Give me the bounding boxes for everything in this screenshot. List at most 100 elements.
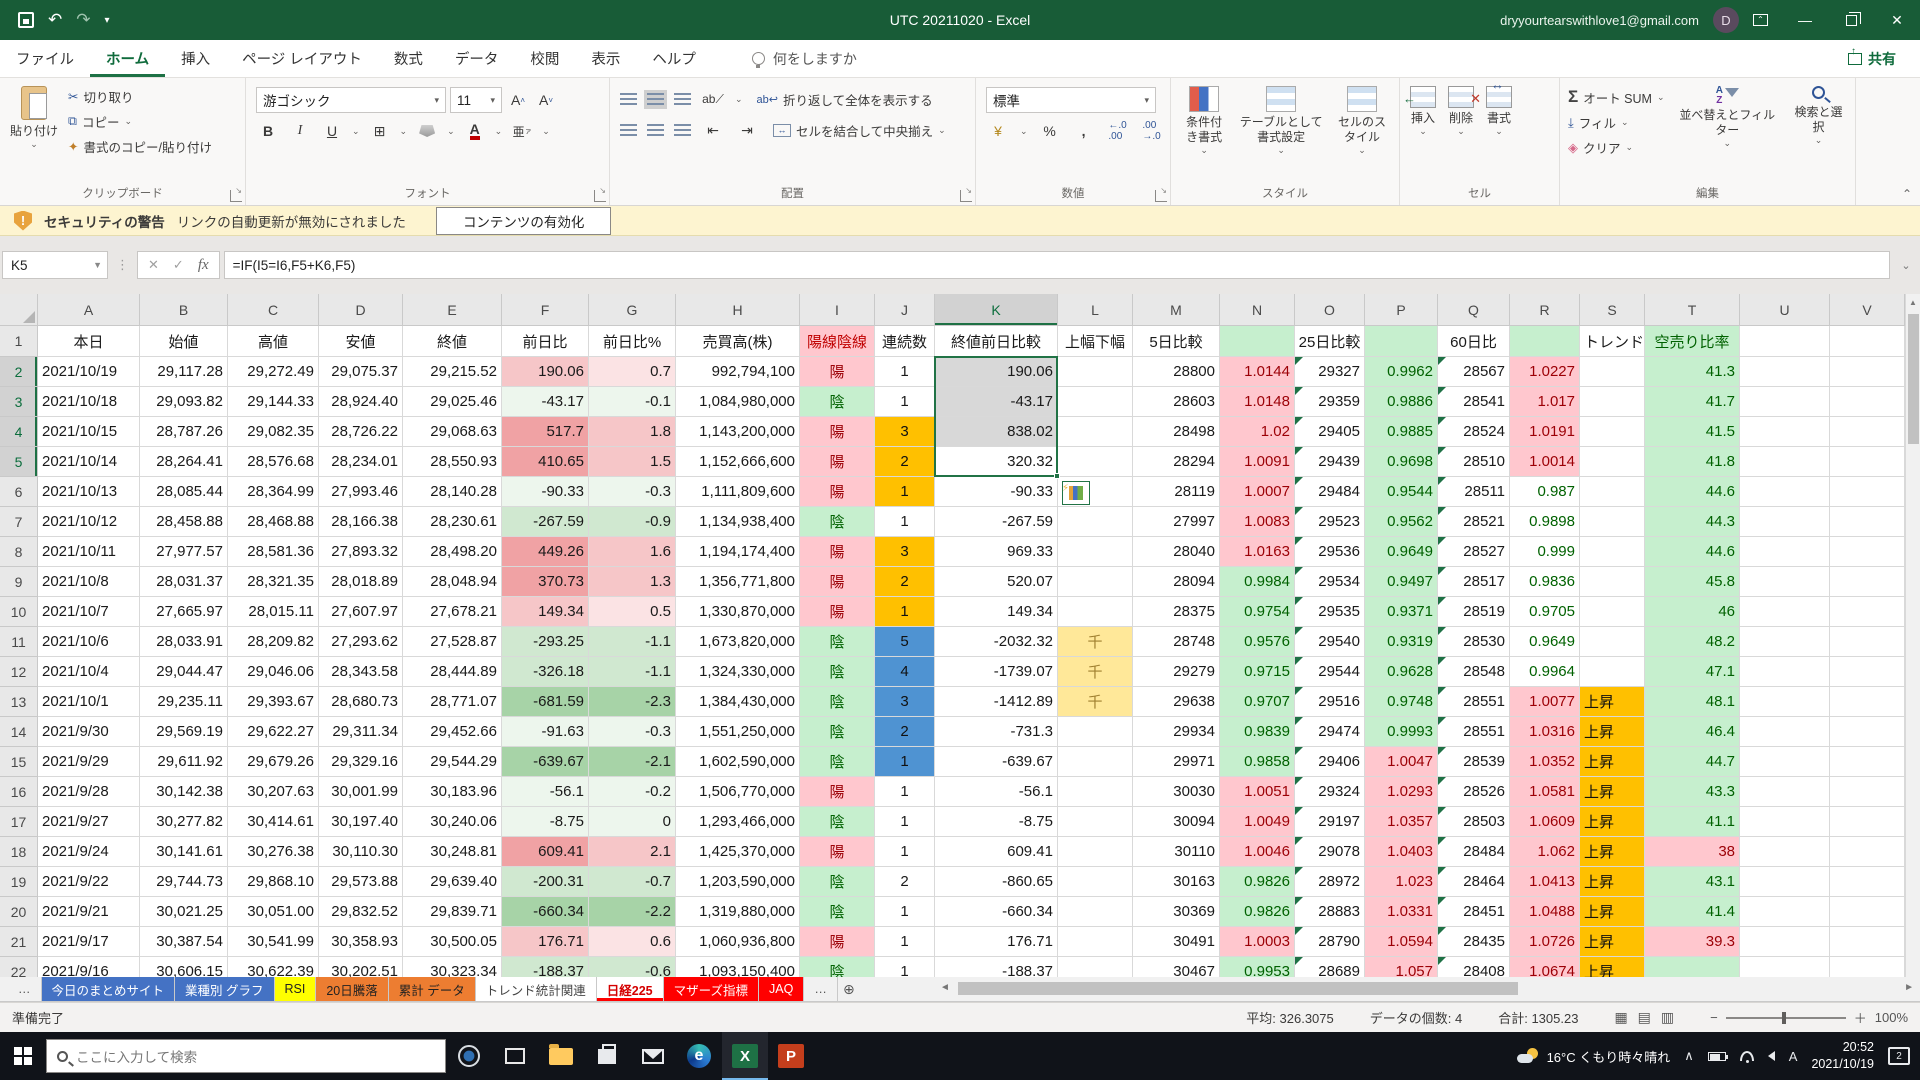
- cell-V[interactable]: [1830, 477, 1905, 507]
- cell-B[interactable]: 29,569.19: [140, 717, 228, 747]
- row-header-15[interactable]: 15: [0, 747, 38, 777]
- cut-button[interactable]: ✂切り取り: [64, 84, 216, 109]
- cell-T[interactable]: 48.1: [1645, 687, 1740, 717]
- cell-J[interactable]: 5: [875, 627, 935, 657]
- cell-I[interactable]: 陽: [800, 567, 875, 597]
- cell-U[interactable]: [1740, 747, 1830, 777]
- cell-F[interactable]: 149.34: [502, 597, 589, 627]
- cell-F[interactable]: -326.18: [502, 657, 589, 687]
- cell-U[interactable]: [1740, 837, 1830, 867]
- cell-O[interactable]: 28689: [1295, 957, 1365, 977]
- cell-S[interactable]: 上昇: [1580, 957, 1645, 977]
- cell-A[interactable]: 2021/10/7: [38, 597, 140, 627]
- tab-review[interactable]: 校閲: [514, 40, 575, 77]
- cell-H[interactable]: 1,293,466,000: [676, 807, 800, 837]
- cell-R[interactable]: 1.0191: [1510, 417, 1580, 447]
- zoom-out-icon[interactable]: −: [1710, 1010, 1718, 1025]
- cell-J[interactable]: 1: [875, 747, 935, 777]
- cell-T[interactable]: 41.7: [1645, 387, 1740, 417]
- cell-E[interactable]: 30,248.81: [403, 837, 502, 867]
- cancel-entry-icon[interactable]: ✕: [148, 257, 159, 273]
- cell-E[interactable]: 終値: [403, 326, 502, 357]
- clipboard-dialog-launcher-icon[interactable]: [230, 190, 242, 202]
- cell-G[interactable]: -1.1: [589, 657, 676, 687]
- cell-T[interactable]: 47.1: [1645, 657, 1740, 687]
- minimize-button[interactable]: —: [1782, 0, 1828, 40]
- cell-B[interactable]: 28,031.37: [140, 567, 228, 597]
- cell-E[interactable]: 29,215.52: [403, 357, 502, 387]
- cell-R[interactable]: 1.017: [1510, 387, 1580, 417]
- cell-S[interactable]: 上昇: [1580, 687, 1645, 717]
- cell-A[interactable]: 2021/9/22: [38, 867, 140, 897]
- cell-P[interactable]: 1.057: [1365, 957, 1438, 977]
- cell-U[interactable]: [1740, 567, 1830, 597]
- cell-F[interactable]: 609.41: [502, 837, 589, 867]
- cell-J[interactable]: 1: [875, 957, 935, 977]
- cell-C[interactable]: 30,051.00: [228, 897, 319, 927]
- cell-Q[interactable]: 28567: [1438, 357, 1510, 387]
- cell-F[interactable]: 410.65: [502, 447, 589, 477]
- cell-V[interactable]: [1830, 447, 1905, 477]
- cell-D[interactable]: 29,329.16: [319, 747, 403, 777]
- row-header-13[interactable]: 13: [0, 687, 38, 717]
- number-dialog-launcher-icon[interactable]: [1155, 190, 1167, 202]
- cell-Q[interactable]: 28526: [1438, 777, 1510, 807]
- cell-N[interactable]: 0.9754: [1220, 597, 1295, 627]
- cell-C[interactable]: 28,209.82: [228, 627, 319, 657]
- cell-O[interactable]: 29197: [1295, 807, 1365, 837]
- cell-S[interactable]: 上昇: [1580, 717, 1645, 747]
- cell-B[interactable]: 28,085.44: [140, 477, 228, 507]
- cell-D[interactable]: 安値: [319, 326, 403, 357]
- cell-N[interactable]: 0.9826: [1220, 897, 1295, 927]
- cell-T[interactable]: 44.3: [1645, 507, 1740, 537]
- cell-K[interactable]: 176.71: [935, 927, 1058, 957]
- column-header-V[interactable]: V: [1830, 294, 1905, 326]
- cell-D[interactable]: 27,293.62: [319, 627, 403, 657]
- cell-J[interactable]: 2: [875, 717, 935, 747]
- scroll-up-arrow[interactable]: ▲: [1906, 294, 1920, 312]
- cell-H[interactable]: 1,143,200,000: [676, 417, 800, 447]
- cell-V[interactable]: [1830, 417, 1905, 447]
- cell-R[interactable]: 0.9964: [1510, 657, 1580, 687]
- comma-style-icon[interactable]: ,: [1072, 119, 1096, 143]
- cell-E[interactable]: 28,550.93: [403, 447, 502, 477]
- cell-V[interactable]: [1830, 897, 1905, 927]
- cell-N[interactable]: 0.9715: [1220, 657, 1295, 687]
- cell-I[interactable]: 陰: [800, 897, 875, 927]
- cell-K[interactable]: 969.33: [935, 537, 1058, 567]
- cell-P[interactable]: 1.0594: [1365, 927, 1438, 957]
- cell-D[interactable]: 29,075.37: [319, 357, 403, 387]
- cell-G[interactable]: -1.1: [589, 627, 676, 657]
- cell-H[interactable]: 1,551,250,000: [676, 717, 800, 747]
- cell-T[interactable]: 41.1: [1645, 807, 1740, 837]
- cell-D[interactable]: 28,680.73: [319, 687, 403, 717]
- column-header-M[interactable]: M: [1133, 294, 1220, 326]
- redo-icon[interactable]: ↷: [76, 10, 90, 30]
- cell-P[interactable]: 0.9544: [1365, 477, 1438, 507]
- avatar[interactable]: D: [1713, 7, 1739, 33]
- cell-O[interactable]: 29359: [1295, 387, 1365, 417]
- cell-V[interactable]: [1830, 867, 1905, 897]
- column-header-O[interactable]: O: [1295, 294, 1365, 326]
- cell-G[interactable]: -0.6: [589, 957, 676, 977]
- cell-A[interactable]: 2021/9/28: [38, 777, 140, 807]
- cell-N[interactable]: 1.0003: [1220, 927, 1295, 957]
- cell-E[interactable]: 30,500.05: [403, 927, 502, 957]
- column-header-U[interactable]: U: [1740, 294, 1830, 326]
- format-painter-button[interactable]: ✦書式のコピー/貼り付け: [64, 134, 216, 159]
- cell-Q[interactable]: 28464: [1438, 867, 1510, 897]
- cell-I[interactable]: 陽: [800, 777, 875, 807]
- cell-E[interactable]: 29,068.63: [403, 417, 502, 447]
- cell-L[interactable]: [1058, 747, 1133, 777]
- cell-K[interactable]: -731.3: [935, 717, 1058, 747]
- cell-S[interactable]: 上昇: [1580, 807, 1645, 837]
- cell-P[interactable]: 0.9649: [1365, 537, 1438, 567]
- cell-G[interactable]: -2.3: [589, 687, 676, 717]
- cell-K[interactable]: -2032.32: [935, 627, 1058, 657]
- cell-T[interactable]: 44.6: [1645, 477, 1740, 507]
- cell-H[interactable]: 1,506,770,000: [676, 777, 800, 807]
- cell-L[interactable]: [1058, 897, 1133, 927]
- cell-R[interactable]: 1.0609: [1510, 807, 1580, 837]
- cell-N[interactable]: 1.0007: [1220, 477, 1295, 507]
- column-header-R[interactable]: R: [1510, 294, 1580, 326]
